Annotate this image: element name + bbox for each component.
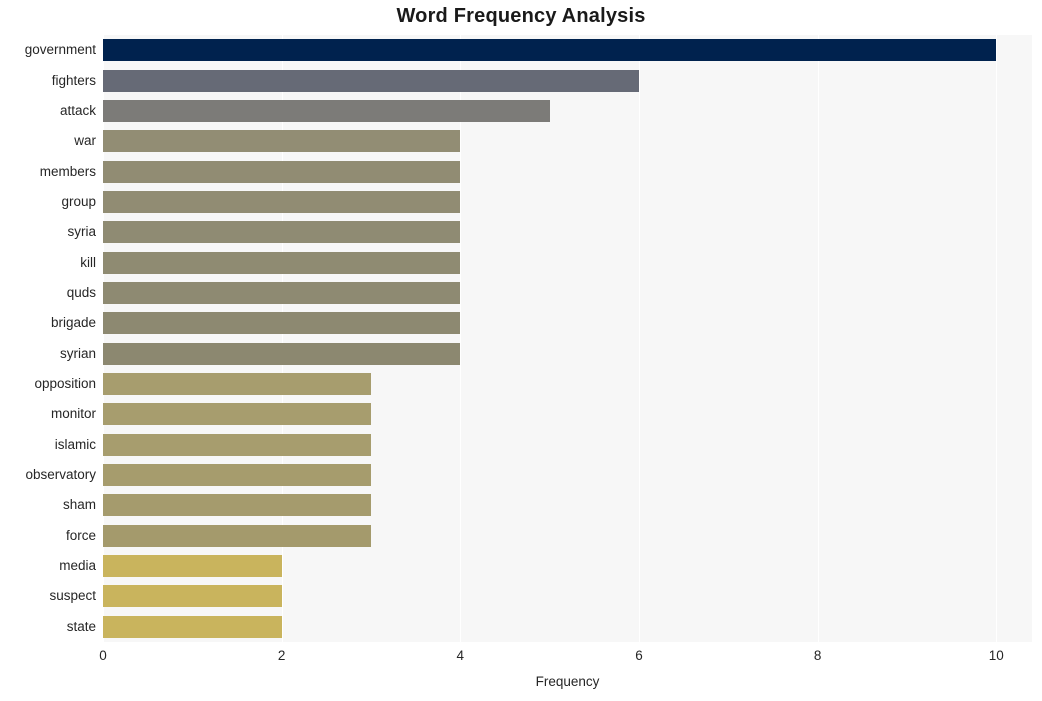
bar <box>103 403 371 426</box>
bar <box>103 251 461 274</box>
x-axis-tick: 0 <box>99 648 107 663</box>
bar <box>103 312 461 335</box>
chart-title: Word Frequency Analysis <box>396 5 646 27</box>
word-frequency-chart-figure: Word Frequency Analysis government fighte… <box>0 0 1042 701</box>
y-axis-label: government <box>24 42 96 58</box>
bar <box>103 433 371 456</box>
bar <box>103 464 371 487</box>
bar <box>103 555 282 578</box>
y-axis-label: islamic <box>54 436 96 452</box>
y-axis-label: force <box>65 527 96 543</box>
plot-area <box>103 35 1032 642</box>
bar <box>103 190 461 213</box>
bar <box>103 373 371 396</box>
y-axis-label: monitor <box>50 406 96 422</box>
y-axis-label: fighters <box>51 72 96 88</box>
bar <box>103 615 282 638</box>
y-axis-label: sham <box>62 497 96 513</box>
x-axis-tick: 8 <box>813 648 822 663</box>
y-axis-label: syria <box>67 224 96 240</box>
y-axis-label: media <box>59 558 96 574</box>
y-axis-label: group <box>61 193 96 209</box>
bar <box>103 221 461 244</box>
y-axis-label: attack <box>59 102 96 118</box>
bars-layer <box>103 35 1032 642</box>
y-axis-label: state <box>66 618 96 634</box>
bar <box>103 494 371 517</box>
y-axis-label: members <box>39 163 96 179</box>
x-axis-tick: 4 <box>456 648 465 663</box>
y-axis-label: brigade <box>50 315 96 331</box>
bar <box>103 585 282 608</box>
y-axis-label: syrian <box>59 345 96 361</box>
bar <box>103 281 461 304</box>
x-axis-tick-labels: 0 2 4 6 8 10 <box>0 648 1042 668</box>
y-axis-label: kill <box>80 254 96 270</box>
bar <box>103 160 461 183</box>
bar <box>103 99 550 122</box>
x-axis-tick: 6 <box>635 648 643 663</box>
y-axis-label: war <box>74 133 96 149</box>
bar <box>103 342 461 365</box>
y-axis-label: quds <box>66 284 96 300</box>
y-axis-label: observatory <box>25 467 96 483</box>
x-axis-title: Frequency <box>535 674 600 689</box>
x-axis-tick: 10 <box>988 648 1004 663</box>
y-axis-category-labels: government fighters attack war members group s… <box>0 35 96 642</box>
y-axis-label: opposition <box>34 376 96 392</box>
bar <box>103 524 371 547</box>
bar <box>103 130 461 153</box>
y-axis-label: suspect <box>49 588 96 604</box>
bar <box>103 39 997 62</box>
bar <box>103 69 639 92</box>
x-axis-tick: 2 <box>277 648 286 663</box>
